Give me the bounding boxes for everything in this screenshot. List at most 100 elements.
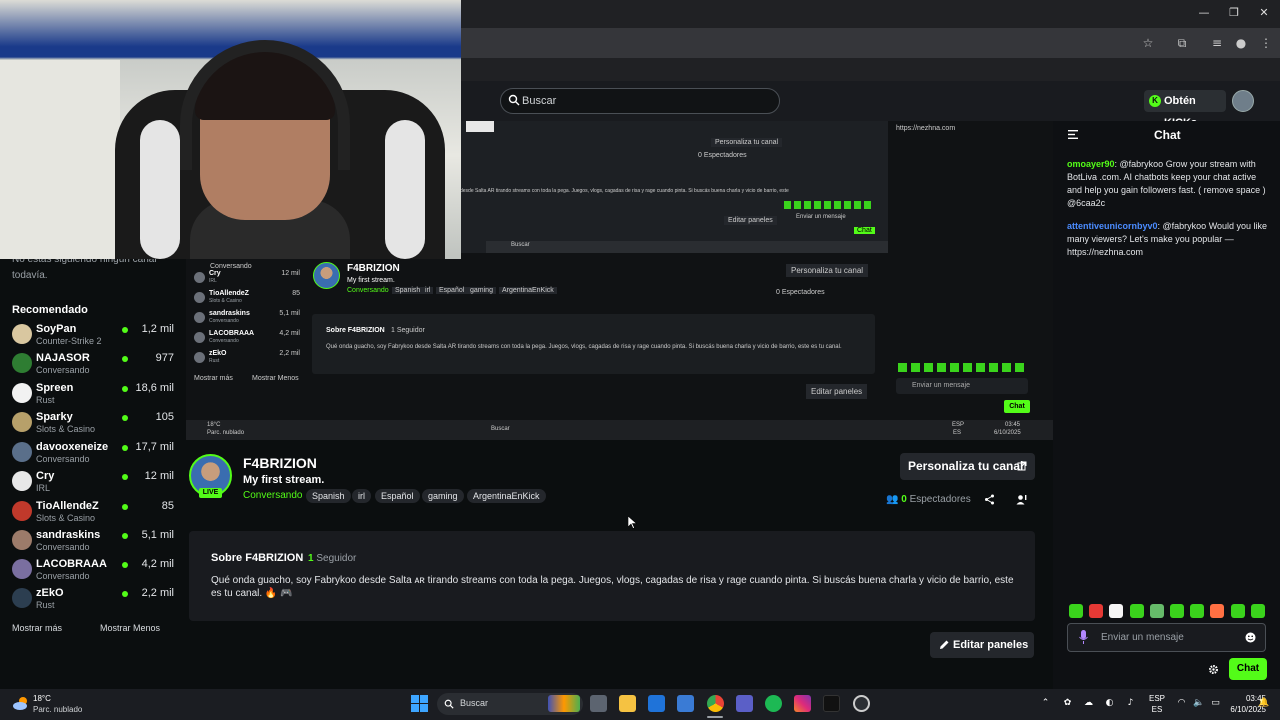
task-view-icon[interactable] xyxy=(590,695,607,712)
emoji-icon[interactable] xyxy=(1245,632,1256,643)
emote-icon[interactable] xyxy=(1210,604,1225,618)
sidebar-channel-name: TioAllendeZ xyxy=(36,500,99,512)
chevron-up-icon[interactable]: ⌃ xyxy=(1040,698,1051,709)
nested-tag-gaming: gaming xyxy=(467,287,496,294)
media-control-icon[interactable]: ≡ xyxy=(1209,35,1225,51)
emote-icon[interactable] xyxy=(1089,604,1104,618)
gear-icon[interactable] xyxy=(1208,664,1219,675)
close-icon[interactable]: ✕ xyxy=(1257,6,1271,20)
user-avatar[interactable] xyxy=(1232,90,1254,112)
collapse-chat-icon[interactable] xyxy=(1068,130,1078,139)
tag-spanish[interactable]: Spanish xyxy=(306,489,351,503)
live-dot-icon xyxy=(122,591,128,597)
nested-emote-row xyxy=(898,363,1028,372)
nested-about-followers: 1 Seguidor xyxy=(391,327,425,334)
emote-icon[interactable] xyxy=(1250,604,1265,618)
tiktok-icon[interactable] xyxy=(823,695,840,712)
sidebar-channel-item[interactable]: Spreen Rust 18,6 mil xyxy=(12,382,174,410)
language-indicator[interactable]: ESP xyxy=(1147,694,1167,703)
sidebar-channel-item[interactable]: Cry IRL 12 mil xyxy=(12,470,174,498)
extensions-icon[interactable]: ⧉ xyxy=(1174,35,1190,51)
sidebar-channel-item[interactable]: Sparky Slots & Casino 105 xyxy=(12,411,174,439)
share-icon[interactable] xyxy=(984,494,995,505)
followers-label: Seguidor xyxy=(316,553,357,564)
chat-username[interactable]: attentiveunicornbyv0 xyxy=(1067,221,1158,231)
nested-sidebar-list: Cry IRL 12 mil TioAllendeZ Slots & Casino 85 s… xyxy=(194,256,304,371)
sidebar-channel-item[interactable]: NAJASOR Conversando 977 xyxy=(12,352,174,380)
teams-icon[interactable] xyxy=(736,695,753,712)
nested-about-text: Qué onda guacho, soy Fabrykoo desde Salt… xyxy=(326,344,842,350)
browser-menu-icon[interactable]: ⋮ xyxy=(1258,35,1274,51)
sidebar-channel-item[interactable]: TioAllendeZ Slots & Casino 85 xyxy=(12,500,174,528)
tag-irl[interactable]: irl xyxy=(352,489,371,503)
sidebar-channel-name: SoyPan xyxy=(36,323,77,335)
sidebar-viewer-count: 5,1 mil xyxy=(141,529,174,541)
wifi-icon[interactable]: ◠ xyxy=(1176,698,1187,709)
nested-sidebar-category: IRL xyxy=(209,278,217,284)
sidebar-channel-item[interactable]: LACOBRAAA Conversando 4,2 mil xyxy=(12,558,174,586)
instagram-icon[interactable] xyxy=(794,695,811,712)
nested-weather: 18°C xyxy=(207,422,221,428)
show-more-link[interactable]: Mostrar más xyxy=(12,623,62,633)
notifications-icon[interactable]: 🔔 xyxy=(1258,698,1269,709)
nested-sidebar-avatar xyxy=(194,332,205,343)
language-indicator-sub: ES xyxy=(1151,705,1163,714)
tray-app-icon[interactable]: ✿ xyxy=(1062,698,1073,709)
channel-name[interactable]: F4BRIZION xyxy=(243,455,317,471)
show-less-link[interactable]: Mostrar Menos xyxy=(100,623,160,633)
sidebar-channel-item[interactable]: SoyPan Counter-Strike 2 1,2 mil xyxy=(12,323,174,351)
onedrive-icon[interactable]: ☁ xyxy=(1083,698,1094,709)
emote-icon[interactable] xyxy=(1129,604,1144,618)
volume-icon[interactable]: 🔈 xyxy=(1193,698,1204,709)
chat-input[interactable]: Enviar un mensaje xyxy=(1067,623,1266,652)
sidebar-channel-item[interactable]: davooxeneize Conversando 17,7 mil xyxy=(12,441,174,469)
emote-icon[interactable] xyxy=(1230,604,1245,618)
chat-username[interactable]: omoayer90 xyxy=(1067,159,1115,169)
minimize-icon[interactable]: — xyxy=(1197,6,1211,20)
outlook-icon[interactable] xyxy=(648,695,665,712)
live-dot-icon xyxy=(122,533,128,539)
user-settings-icon[interactable] xyxy=(1016,494,1027,505)
emote-icon[interactable] xyxy=(1149,604,1164,618)
microphone-icon[interactable]: ♪ xyxy=(1125,698,1136,709)
emote-icon[interactable] xyxy=(1190,604,1205,618)
chrome-icon[interactable] xyxy=(707,695,724,712)
bookmark-star-icon[interactable]: ☆ xyxy=(1140,35,1156,51)
personalize-channel-button[interactable]: Personaliza tu canal xyxy=(900,453,1035,480)
nested-sidebar-avatar xyxy=(194,312,205,323)
stream-category[interactable]: Conversando xyxy=(243,490,302,501)
tag-gaming[interactable]: gaming xyxy=(422,489,464,503)
windows-start-icon[interactable] xyxy=(411,695,428,712)
tray-app-icon[interactable]: ◐ xyxy=(1104,698,1115,709)
microphone-icon[interactable] xyxy=(1079,630,1088,644)
send-chat-button[interactable]: Chat xyxy=(1229,658,1267,680)
tag-argentinaenkick[interactable]: ArgentinaEnKick xyxy=(467,489,546,503)
sidebar-viewer-count: 17,7 mil xyxy=(135,441,174,453)
nested-sidebar-avatar xyxy=(194,352,205,363)
channel-avatar xyxy=(12,353,32,373)
nested-chat-button: Chat xyxy=(1004,400,1030,413)
maximize-icon[interactable]: ❐ xyxy=(1227,6,1241,20)
sidebar-channel-category: Conversando xyxy=(36,542,90,552)
spotify-icon[interactable] xyxy=(765,695,782,712)
emote-icon[interactable] xyxy=(1069,604,1083,618)
emote-icon[interactable] xyxy=(1170,604,1184,618)
emote-icon[interactable] xyxy=(1109,604,1124,618)
store-icon[interactable] xyxy=(677,695,694,712)
nested-personalize-button: Personaliza tu canal xyxy=(786,264,869,277)
sidebar-channel-item[interactable]: zEkO Rust 2,2 mil xyxy=(12,587,174,615)
weather-cloud-icon[interactable] xyxy=(12,694,30,712)
active-app-indicator xyxy=(707,716,723,718)
webcam-overlay xyxy=(0,0,461,259)
profile-icon[interactable]: ● xyxy=(1233,35,1249,51)
nested-sidebar-name: LACOBRAAA xyxy=(209,330,255,337)
nested-chat-input: Enviar un mensaje xyxy=(896,378,1028,394)
file-explorer-icon[interactable] xyxy=(619,695,636,712)
weather-description: Parc. nublado xyxy=(33,705,83,714)
sidebar-channel-item[interactable]: sandraskins Conversando 5,1 mil xyxy=(12,529,174,557)
nested-top-personalize: Personaliza tu canal xyxy=(711,138,783,147)
nested-tag-spanish: Spanish xyxy=(392,287,424,294)
tag-espanol[interactable]: Español xyxy=(375,489,420,503)
obs-icon[interactable] xyxy=(853,695,870,712)
search-highlight-icon[interactable] xyxy=(548,695,580,712)
